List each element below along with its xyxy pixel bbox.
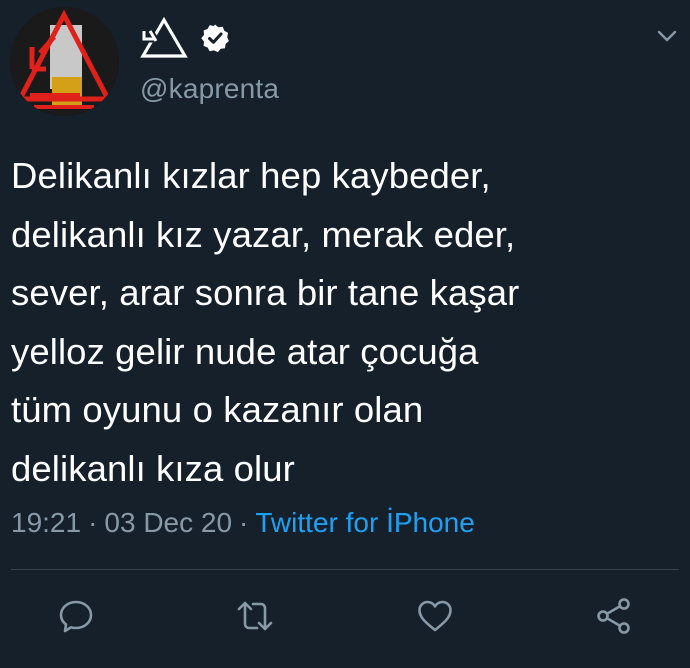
tweet-text-line: delikanlı kız yazar, merak eder, bbox=[11, 213, 516, 255]
divider bbox=[11, 569, 679, 570]
tweet-metadata: 19:21 · 03 Dec 20 · Twitter for İPhone bbox=[11, 507, 475, 539]
chevron-down-icon[interactable] bbox=[652, 24, 682, 48]
tweet-text-line: Delikanlı kızlar hep kaybeder, bbox=[11, 155, 491, 196]
verified-badge-icon bbox=[200, 23, 230, 53]
tweet-text-line: sever, arar sonra bir tane kaşar bbox=[11, 272, 520, 313]
tweet-text: Delikanlı kızlar hep kaybeder, delikanlı… bbox=[11, 147, 681, 498]
tweet-text-line: delikanlı kıza olur bbox=[11, 447, 295, 489]
retweet-icon[interactable] bbox=[235, 596, 275, 636]
separator-dot: · bbox=[239, 507, 249, 538]
tweet-text-line: tüm oyunu o kazanır olan bbox=[11, 389, 424, 430]
display-name[interactable] bbox=[140, 16, 230, 60]
avatar[interactable] bbox=[10, 7, 119, 116]
tweet-time[interactable]: 19:21 bbox=[11, 507, 81, 538]
triangle-logo-icon bbox=[140, 17, 188, 59]
tweet-date[interactable]: 03 Dec 20 bbox=[104, 507, 232, 538]
reply-icon[interactable] bbox=[56, 596, 96, 636]
tweet-text-line: yelloz gelir nude atar çocuğa bbox=[11, 330, 479, 372]
like-icon[interactable] bbox=[415, 596, 455, 636]
share-icon[interactable] bbox=[594, 596, 634, 636]
profile-avatar-logo bbox=[10, 7, 119, 116]
tweet-source-link[interactable]: Twitter for İPhone bbox=[255, 507, 474, 538]
separator-dot: · bbox=[88, 507, 98, 538]
user-handle[interactable]: @kaprenta bbox=[140, 73, 279, 105]
